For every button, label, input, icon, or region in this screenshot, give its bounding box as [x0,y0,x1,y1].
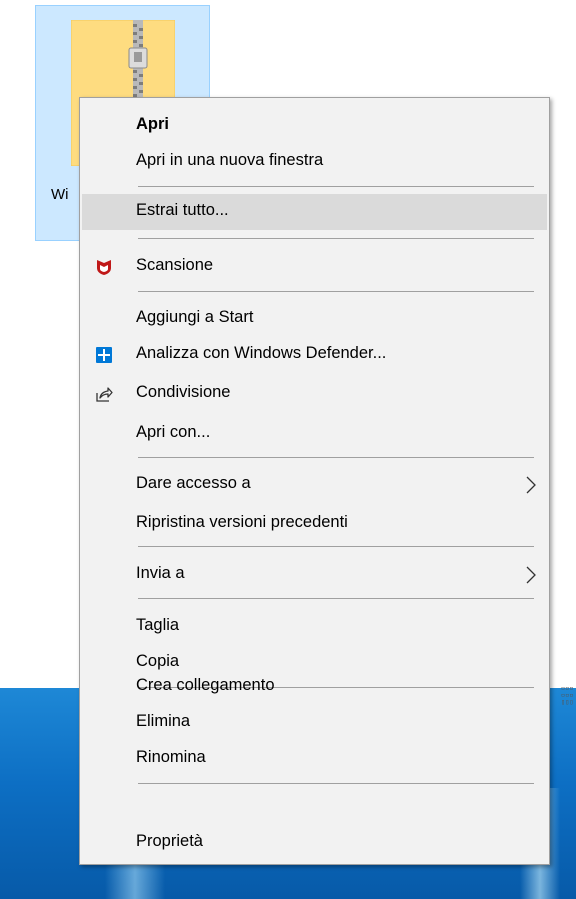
menu-item-give-access[interactable]: Dare accesso a [82,467,547,503]
menu-item-cut[interactable]: Taglia [82,609,547,645]
menu-item-pin-to-start[interactable]: Aggiungi a Start [82,301,547,337]
menu-item-label: Aggiungi a Start [136,308,254,326]
menu-item-label: Taglia [136,616,180,634]
menu-separator [138,457,534,458]
context-menu: Apri Apri in una nuova finestra Estrai t… [79,97,550,865]
edge-fragment: ▫▫▫ ▫▫▫ ▯▯▯ [561,684,574,706]
menu-separator [138,783,534,784]
menu-item-label: Apri con... [136,423,211,441]
chevron-right-icon [526,566,536,584]
menu-item-label: Ripristina versioni precedenti [136,513,348,531]
menu-item-label: Dare accesso a [136,474,251,492]
menu-item-defender-scan[interactable]: Analizza con Windows Defender... [82,337,547,373]
menu-item-label: Rinomina [136,748,206,766]
menu-item-label: Condivisione [136,383,231,401]
menu-item-open-with[interactable]: Apri con... [82,416,547,452]
menu-separator [138,186,534,187]
menu-item-send-to[interactable]: Invia a [82,557,547,593]
desktop-icon-label: Wi [51,186,69,203]
menu-item-create-shortcut[interactable]: Crea collegamento [82,669,547,705]
menu-item-open-new-window[interactable]: Apri in una nuova finestra [82,144,547,180]
menu-item-extract-all[interactable]: Estrai tutto... [82,194,547,230]
menu-item-label: Analizza con Windows Defender... [136,344,387,362]
menu-item-label: Apri [136,115,169,133]
chevron-right-icon [526,476,536,494]
menu-separator [138,291,534,292]
menu-separator [138,598,534,599]
menu-item-delete[interactable]: Elimina [82,705,547,741]
menu-item-label: Crea collegamento [136,676,275,694]
menu-item-label: Estrai tutto... [136,201,229,219]
menu-item-label: Apri in una nuova finestra [136,151,324,169]
menu-item-share[interactable]: Condivisione [82,376,547,412]
menu-item-scan[interactable]: Scansione [82,249,547,285]
share-icon [96,387,113,402]
menu-item-properties[interactable]: Proprietà [82,825,547,861]
menu-item-label: Proprietà [136,832,203,850]
menu-separator [138,546,534,547]
windows-defender-icon [96,347,112,363]
menu-item-label: Invia a [136,564,185,582]
menu-item-open[interactable]: Apri [82,108,547,144]
menu-item-label: Scansione [136,256,214,274]
menu-item-label: Elimina [136,712,191,730]
mcafee-shield-icon [97,260,111,275]
menu-separator [138,238,534,239]
menu-item-rename[interactable]: Rinomina [82,741,547,777]
menu-item-restore-versions[interactable]: Ripristina versioni precedenti [82,506,547,542]
